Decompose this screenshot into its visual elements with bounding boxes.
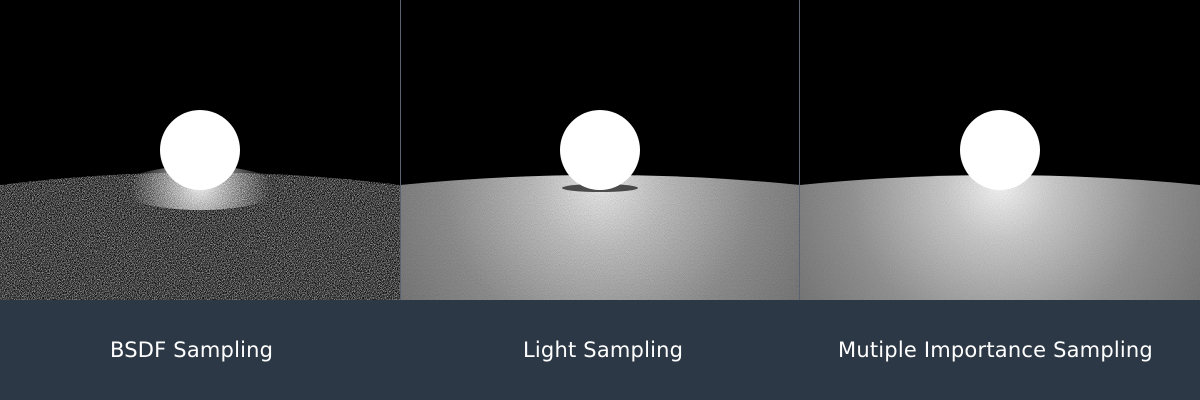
mis-render-image xyxy=(800,0,1200,300)
sampling-comparison-figure: BSDF Sampling Light Sampling Mutiple Imp… xyxy=(0,0,1200,400)
light-render-image xyxy=(400,0,800,300)
panel-divider xyxy=(799,0,800,300)
bsdf-sampling-caption: BSDF Sampling xyxy=(110,338,274,362)
light-sphere xyxy=(560,110,640,190)
light-sphere xyxy=(960,110,1040,190)
mis-render xyxy=(800,0,1200,300)
caption-bar: BSDF Sampling Light Sampling Mutiple Imp… xyxy=(0,300,1200,400)
light-sampling-render xyxy=(400,0,800,300)
bsdf-sampling-render xyxy=(0,0,400,300)
panel-divider xyxy=(400,0,401,300)
mis-caption: Mutiple Importance Sampling xyxy=(838,338,1153,362)
render-panels xyxy=(0,0,1200,300)
light-sphere xyxy=(160,110,240,190)
bsdf-render-image xyxy=(0,0,400,300)
light-sampling-caption: Light Sampling xyxy=(523,338,684,362)
